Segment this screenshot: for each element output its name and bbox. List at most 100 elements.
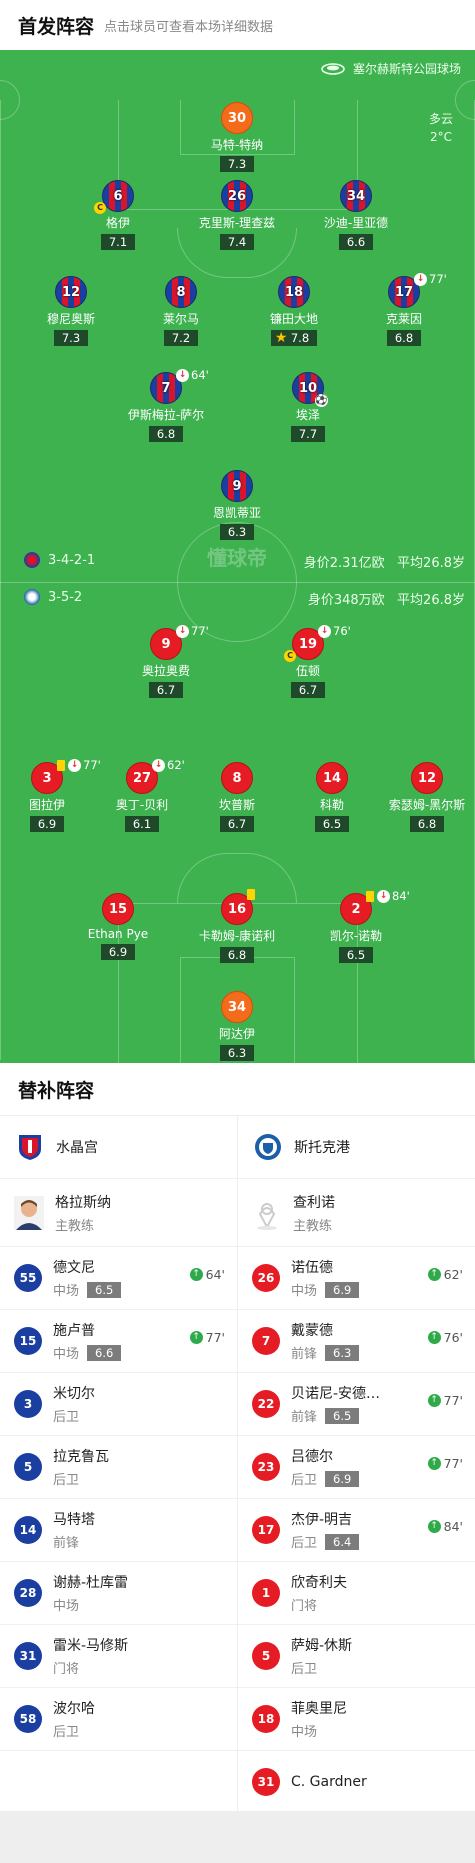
sub-rating: 6.4: [325, 1533, 360, 1550]
sub-in-icon: ↑: [427, 1457, 441, 1470]
sub-in-minute: 77': [443, 1393, 463, 1408]
sub-in-icon: ↑: [427, 1394, 441, 1407]
player-home[interactable]: 26 克里斯-理查兹 7.4: [182, 180, 292, 250]
player-home[interactable]: 8 莱尔马 7.2: [126, 276, 236, 346]
sub-position: 中场: [53, 1599, 80, 1614]
player-home[interactable]: 12 穆尼奥斯 7.3: [16, 276, 126, 346]
sub-row[interactable]: 31 雷米-马修斯 门将: [0, 1625, 237, 1688]
sub-row[interactable]: 5 拉克鲁瓦 后卫: [0, 1436, 237, 1499]
sub-name: 施卢普: [53, 1323, 95, 1339]
player-rating: 6.6: [338, 234, 374, 250]
sub-out: ↓ 77': [414, 272, 447, 286]
player-away[interactable]: 19 C ↓ 76' 伍顿 6.7: [253, 624, 363, 698]
sub-row[interactable]: 26 诺伍德 中场 6.9 ↑ 62': [238, 1247, 475, 1310]
player-home[interactable]: 7 ↓ 64' 伊斯梅拉-萨尔 6.8: [111, 368, 221, 442]
player-home-gk[interactable]: 30 马特-特纳 7.3: [182, 102, 292, 172]
sub-name: 波尔哈: [53, 1701, 95, 1717]
coach-role: 主教练: [55, 1218, 95, 1234]
sub-in-minute: 77': [205, 1330, 225, 1345]
away-subs-column: 斯托克港 查利诺 主教练 26 诺伍德 中场 6.9 ↑ 62' 7 戴蒙德 前锋 6…: [237, 1116, 475, 1814]
sub-name: 德文尼: [53, 1260, 95, 1276]
coach-name: 查利诺: [293, 1194, 335, 1211]
sub-row[interactable]: 17 杰伊-明吉 后卫 6.4 ↑ 84': [238, 1499, 475, 1562]
player-rating: 7.4: [219, 234, 255, 250]
player-name: 伊斯梅拉-萨尔: [127, 408, 205, 422]
player-name: 伍顿: [295, 664, 320, 678]
rating-value: 7.8: [290, 331, 310, 345]
player-away[interactable]: 15 Ethan Pye 6.9: [63, 893, 173, 960]
player-away[interactable]: 16 卡勒姆-康诺利 6.8: [182, 889, 292, 963]
captain-badge: C: [284, 650, 296, 662]
player-name: Ethan Pye: [87, 927, 149, 941]
player-home[interactable]: 17 ↓ 77' 克莱因 6.8: [349, 272, 459, 346]
player-name: 科勒: [319, 798, 344, 812]
sub-position: 门将: [291, 1599, 318, 1614]
sub-row[interactable]: 3 米切尔 后卫: [0, 1373, 237, 1436]
sub-row[interactable]: 18 菲奥里尼 中场: [238, 1688, 475, 1751]
sub-rating: 6.6: [87, 1344, 122, 1361]
jersey: 12: [411, 762, 443, 794]
yellow-card-icon: [57, 759, 65, 771]
player-away[interactable]: 27 ↓ 62' 奥丁-贝利 6.1: [87, 758, 197, 832]
sub-position: 中场: [53, 1284, 80, 1299]
sub-name: 菲奥里尼: [291, 1701, 347, 1717]
lineup-title: 首发阵容: [18, 15, 95, 38]
football-icon: ⚽: [315, 394, 328, 407]
home-value: 身价2.31亿欧: [303, 556, 385, 571]
player-rating: 6.8: [148, 426, 184, 442]
player-away[interactable]: 8 坎普斯 6.7: [182, 762, 292, 832]
player-name: 凯尔-诺勒: [329, 929, 383, 943]
sub-in: ↑ 62': [427, 1267, 463, 1282]
player-home[interactable]: 10 ⚽ 埃泽 7.7: [253, 372, 363, 442]
player-name: 奥拉奥费: [141, 664, 190, 678]
sub-out: ↓ 77': [176, 624, 209, 638]
sub-jersey: 5: [252, 1642, 280, 1670]
sub-minute: 64': [191, 368, 209, 382]
sub-in: ↑ 76': [427, 1330, 463, 1345]
sub-position: 后卫: [53, 1410, 80, 1425]
player-rating: 6.8: [409, 816, 445, 832]
player-away[interactable]: 9 ↓ 77' 奥拉奥费 6.7: [111, 624, 221, 698]
player-away[interactable]: 14 科勒 6.5: [277, 762, 387, 832]
home-team-row[interactable]: 水晶宫: [0, 1116, 237, 1179]
player-name: 阿达伊: [218, 1027, 255, 1041]
sub-in-minute: 84': [443, 1519, 463, 1534]
away-team-row[interactable]: 斯托克港: [238, 1116, 475, 1179]
sub-row[interactable]: 55 德文尼 中场 6.5 ↑ 64': [0, 1247, 237, 1310]
sub-rating: 6.3: [325, 1344, 360, 1361]
sub-jersey: 7: [252, 1327, 280, 1355]
sub-row[interactable]: 1 欣奇利夫 门将: [238, 1562, 475, 1625]
sub-row[interactable]: 15 施卢普 中场 6.6 ↑ 77': [0, 1310, 237, 1373]
sub-out: ↓ 64': [176, 368, 209, 382]
player-rating: 6.9: [29, 816, 65, 832]
player-name: 穆尼奥斯: [46, 312, 95, 326]
sub-row[interactable]: 23 吕德尔 后卫 6.9 ↑ 77': [238, 1436, 475, 1499]
sub-name: 戴蒙德: [291, 1323, 333, 1339]
home-team-summary: 3-4-2-1 身价2.31亿欧 平均26.8岁: [0, 552, 475, 572]
jersey: 9: [221, 470, 253, 502]
player-home[interactable]: 6 C 格伊 7.1: [63, 180, 173, 250]
coach-avatar-placeholder-icon: [257, 1202, 277, 1230]
away-value: 身价348万欧: [307, 593, 385, 608]
sub-row[interactable]: 28 谢赫-杜库雷 中场: [0, 1562, 237, 1625]
player-home[interactable]: 9 恩凯蒂亚 6.3: [182, 470, 292, 540]
sub-in-minute: 62': [443, 1267, 463, 1282]
sub-row[interactable]: 14 马特塔 前锋: [0, 1499, 237, 1562]
player-away[interactable]: 12 索瑟姆-黑尔斯 6.8: [372, 762, 475, 832]
sub-row[interactable]: 31 C. Gardner: [238, 1751, 475, 1814]
player-away[interactable]: 2 ↓ 84' 凯尔-诺勒 6.5: [301, 889, 411, 963]
player-away-gk[interactable]: 34 阿达伊 6.3: [182, 991, 292, 1061]
sub-position: 中场: [53, 1347, 80, 1362]
player-home[interactable]: 18 镰田大地 ★ 7.8: [239, 276, 349, 346]
player-home[interactable]: 34 沙迪-里亚德 6.6: [301, 180, 411, 250]
sub-row[interactable]: 5 萨姆-休斯 后卫: [238, 1625, 475, 1688]
sub-row[interactable]: 22 贝诺尼-安德… 前锋 6.5 ↑ 77': [238, 1373, 475, 1436]
player-rating: 7.2: [163, 330, 199, 346]
sub-out-icon: ↓: [377, 889, 390, 903]
away-coach-row[interactable]: 查利诺 主教练: [238, 1179, 475, 1247]
sub-row[interactable]: 58 波尔哈 后卫: [0, 1688, 237, 1751]
home-coach-row[interactable]: 格拉斯纳 主教练: [0, 1179, 237, 1247]
sub-in-icon: ↑: [189, 1331, 203, 1344]
venue: 塞尔赫斯特公园球场: [321, 60, 461, 77]
sub-row[interactable]: 7 戴蒙德 前锋 6.3 ↑ 76': [238, 1310, 475, 1373]
